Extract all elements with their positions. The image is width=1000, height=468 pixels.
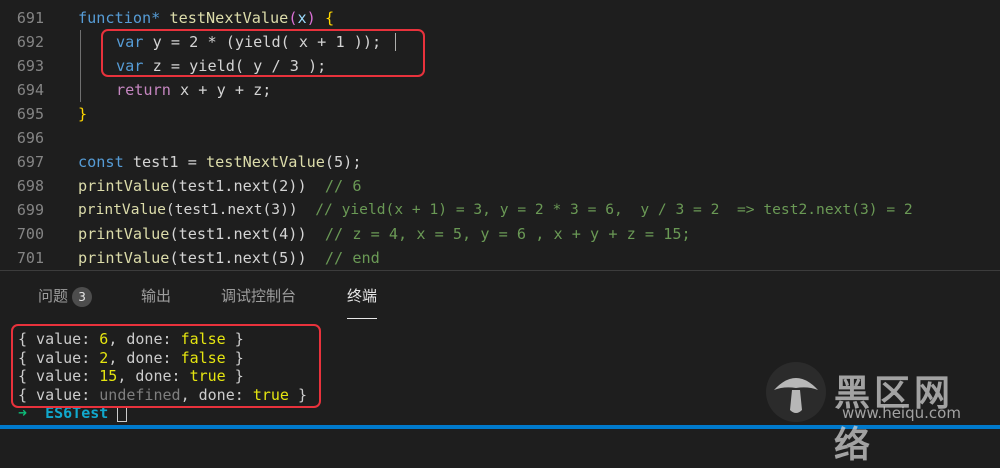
line-number: 695	[16, 105, 44, 123]
line-number: 697	[16, 153, 44, 171]
tab-terminal[interactable]: 终端	[347, 281, 378, 319]
watermark-url: www.heiqu.com	[842, 404, 961, 422]
code-text: function* testNextValue(x) {	[78, 9, 335, 27]
code-text: const test1 = testNextValue(5);	[78, 153, 362, 171]
code-line-699[interactable]: 699 printValue(test1.next(3)) // yield(x…	[0, 198, 1000, 222]
tab-debug-console[interactable]: 调试控制台	[221, 281, 296, 311]
code-line-698[interactable]: 698 printValue(test1.next(2)) // 6	[0, 174, 1000, 198]
line-number: 693	[16, 57, 44, 75]
problems-count-badge: 3	[72, 286, 93, 307]
code-line-697[interactable]: 697 const test1 = testNextValue(5);	[0, 150, 1000, 174]
code-text: printValue(test1.next(3)) // yield(x + 1…	[78, 201, 913, 218]
highlight-box-terminal-output	[11, 324, 321, 408]
code-line-701[interactable]: 701 printValue(test1.next(5)) // end	[0, 246, 1000, 270]
code-line-694[interactable]: 694 return x + y + z;	[0, 78, 1000, 102]
code-text: }	[78, 105, 88, 123]
line-number: 696	[16, 129, 44, 147]
code-editor[interactable]: 691 function* testNextValue(x) { 692 var…	[0, 0, 1000, 270]
line-number: 699	[16, 201, 44, 219]
code-text: printValue(test1.next(2)) // 6	[78, 177, 362, 195]
tab-output[interactable]: 输出	[141, 281, 171, 311]
line-number: 694	[16, 81, 44, 99]
code-line-700[interactable]: 700 printValue(test1.next(4)) // z = 4, …	[0, 222, 1000, 246]
watermark: 黑区网络 www.heiqu.com	[762, 360, 992, 466]
line-number: 691	[16, 9, 44, 27]
code-line-691[interactable]: 691 function* testNextValue(x) {	[0, 6, 1000, 30]
code-text: printValue(test1.next(4)) // z = 4, x = …	[78, 225, 691, 243]
line-number: 701	[16, 249, 44, 267]
mushroom-logo-icon	[766, 362, 826, 422]
code-text: return x + y + z;	[116, 81, 272, 99]
tab-problems[interactable]: 问题 3	[38, 281, 93, 311]
line-number: 698	[16, 177, 44, 195]
line-number: 692	[16, 33, 44, 51]
code-line-696[interactable]: 696	[0, 126, 1000, 150]
code-text: printValue(test1.next(5)) // end	[78, 249, 380, 267]
code-line-695[interactable]: 695 }	[0, 102, 1000, 126]
highlight-box-yield-lines	[101, 29, 425, 77]
line-number: 700	[16, 225, 44, 243]
